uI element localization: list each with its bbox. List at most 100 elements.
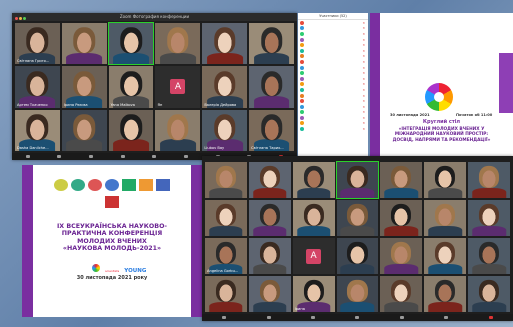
participant-tile[interactable] bbox=[61, 23, 107, 65]
participant-tile[interactable] bbox=[380, 238, 423, 274]
participant-tile[interactable] bbox=[248, 238, 291, 274]
video-icon[interactable] bbox=[57, 155, 62, 158]
muted-mic-icon: ✕ bbox=[362, 31, 365, 36]
council-logo-icon bbox=[88, 179, 102, 191]
participant-tile[interactable] bbox=[336, 276, 379, 312]
participants-icon[interactable] bbox=[311, 316, 316, 319]
share-icon[interactable] bbox=[184, 155, 189, 158]
participant-name: Angelina Gorbu... bbox=[207, 269, 239, 273]
participant-avatar bbox=[300, 110, 304, 115]
participant-tile[interactable] bbox=[249, 23, 294, 65]
participant-tile[interactable] bbox=[468, 238, 510, 274]
participant-tile[interactable] bbox=[205, 200, 247, 236]
participant-tile[interactable] bbox=[61, 109, 107, 151]
participant-body bbox=[209, 301, 243, 312]
participant-tile[interactable] bbox=[336, 200, 379, 236]
share-icon[interactable] bbox=[399, 316, 404, 319]
participant-tile[interactable] bbox=[468, 276, 510, 312]
participant-avatar bbox=[300, 121, 304, 126]
participant-name: Ірина bbox=[294, 307, 305, 311]
muted-mic-icon: ✕ bbox=[362, 71, 365, 76]
participant-tile[interactable]: A bbox=[292, 238, 335, 274]
participant-avatar bbox=[300, 115, 304, 120]
participant-face bbox=[213, 27, 236, 54]
participant-tile[interactable] bbox=[248, 276, 291, 312]
participant-tile[interactable]: Angelina Gorbu... bbox=[205, 238, 247, 274]
participant-tile[interactable] bbox=[468, 200, 510, 236]
participant-face bbox=[215, 279, 236, 303]
participant-tile[interactable]: Артем Ткаченко bbox=[15, 66, 60, 108]
participant-tile[interactable] bbox=[424, 238, 467, 274]
mute-icon[interactable] bbox=[222, 316, 227, 319]
close-dot[interactable] bbox=[15, 17, 18, 20]
participant-tile[interactable] bbox=[468, 162, 510, 198]
conf-date: 30 листопада 2021 року bbox=[76, 275, 148, 281]
participant-tile[interactable] bbox=[424, 200, 467, 236]
conf-line4: «НАУКОВА МОЛОДЬ-2021» bbox=[62, 245, 162, 253]
participant-tile[interactable] bbox=[155, 23, 201, 65]
maximize-dot[interactable] bbox=[23, 17, 26, 20]
participant-tile[interactable]: Ірина bbox=[292, 276, 335, 312]
participant-face bbox=[435, 203, 456, 227]
participant-tile[interactable]: Liubov Bay bbox=[202, 109, 248, 151]
participant-face bbox=[347, 241, 368, 265]
chat-icon[interactable] bbox=[355, 316, 360, 319]
participant-avatar bbox=[300, 127, 304, 132]
participant-tile[interactable] bbox=[335, 161, 380, 199]
participant-avatar bbox=[300, 76, 304, 81]
participant-tile[interactable] bbox=[107, 21, 155, 66]
participant-body bbox=[209, 225, 243, 236]
muted-mic-icon: ✕ bbox=[362, 20, 365, 25]
record-icon[interactable] bbox=[444, 316, 449, 319]
ministry-logo-icon bbox=[71, 179, 85, 191]
participant-tile[interactable] bbox=[380, 200, 423, 236]
video-icon[interactable] bbox=[266, 316, 271, 319]
participant-face bbox=[347, 165, 368, 189]
participant-face bbox=[479, 279, 500, 303]
bottom-zoom-window: Angelina Gorbu... A Ірина bbox=[202, 156, 513, 321]
mute-icon[interactable] bbox=[25, 155, 30, 158]
participant-tile[interactable] bbox=[108, 109, 154, 151]
participant-tile[interactable] bbox=[336, 238, 379, 274]
participant-tile[interactable] bbox=[248, 162, 291, 198]
minimize-dot[interactable] bbox=[19, 17, 22, 20]
participant-body bbox=[253, 225, 287, 236]
participant-body bbox=[66, 52, 103, 65]
security-icon[interactable] bbox=[89, 155, 94, 158]
participant-face bbox=[26, 27, 49, 54]
participant-tile[interactable] bbox=[292, 162, 335, 198]
meeting-toolbar-bottom bbox=[202, 314, 513, 321]
participant-body bbox=[384, 225, 419, 236]
slide-body: «ІНТЕГРАЦІЯ МОЛОДИХ ВЧЕНИХ У МІЖНАРОДНИЙ… bbox=[392, 127, 491, 143]
participant-body bbox=[296, 225, 331, 236]
participant-tile[interactable] bbox=[424, 276, 467, 312]
participant-tile[interactable]: Dasha Danilche... bbox=[15, 109, 60, 151]
participant-tile[interactable]: A Ян bbox=[155, 66, 201, 108]
participant-tile[interactable] bbox=[380, 276, 423, 312]
participant-tile[interactable] bbox=[292, 200, 335, 236]
participant-tile[interactable] bbox=[205, 162, 247, 198]
conf-line3: МОЛОДИХ ВЧЕНИХ bbox=[77, 237, 147, 245]
chat-icon[interactable] bbox=[152, 155, 157, 158]
participant-tile[interactable] bbox=[205, 276, 247, 312]
participant-tile[interactable] bbox=[249, 66, 294, 108]
participant-tile[interactable]: Світлана Григо... bbox=[15, 23, 60, 65]
participant-tile[interactable]: Yana Malkova bbox=[108, 66, 154, 108]
participant-tile[interactable]: Валерія Дейрова bbox=[202, 66, 248, 108]
participant-face bbox=[167, 114, 189, 140]
participant-tile[interactable]: Ірина Рєєсва bbox=[61, 66, 107, 108]
participant-tile[interactable] bbox=[380, 162, 423, 198]
leave-icon[interactable] bbox=[488, 316, 493, 319]
logo-small-text: scientists bbox=[105, 269, 120, 273]
participant-body bbox=[340, 263, 375, 274]
participant-row[interactable]: ✕ bbox=[298, 126, 368, 132]
participant-tile[interactable] bbox=[155, 109, 201, 151]
muted-mic-icon: ✕ bbox=[362, 115, 365, 120]
academy-logo-icon bbox=[105, 179, 119, 191]
participant-body bbox=[472, 225, 506, 236]
participant-tile[interactable]: Світлана Тарих... bbox=[249, 109, 294, 151]
participant-tile[interactable] bbox=[424, 162, 467, 198]
participants-icon[interactable] bbox=[120, 155, 125, 158]
participant-tile[interactable] bbox=[248, 200, 291, 236]
participant-tile[interactable] bbox=[202, 23, 248, 65]
